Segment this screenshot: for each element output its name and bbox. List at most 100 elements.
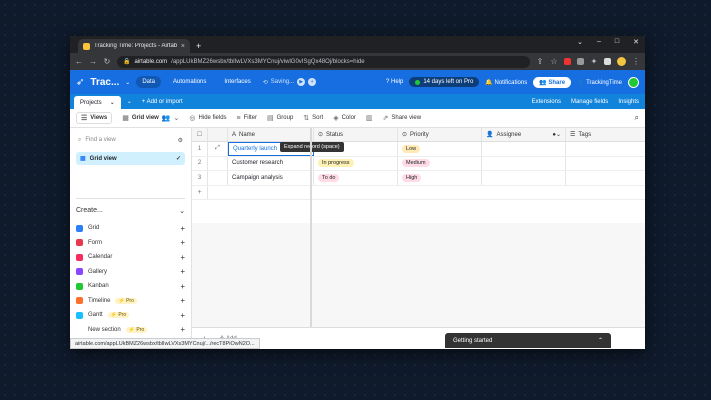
new-tab-button[interactable]: + [196, 41, 201, 51]
sidebar-item-grid-view[interactable]: ▦ Grid view ✓ [76, 152, 185, 165]
expand-record-cell[interactable]: ⤢ [208, 142, 228, 156]
gear-icon[interactable]: ⚙ [178, 137, 183, 144]
url-field[interactable]: 🔒 airtable.com/appLUkBMZ26wsbx/tblIwLVXs… [117, 55, 530, 68]
row-number[interactable]: 2 [192, 156, 208, 170]
column-header-tags[interactable]: ☰ Tags [566, 128, 645, 141]
color-button[interactable]: ◈ Color [333, 114, 356, 122]
column-menu-icon[interactable]: ●⌄ [552, 131, 561, 138]
add-icon[interactable]: + [180, 238, 185, 247]
filter-button[interactable]: ≡ Filter [237, 115, 257, 122]
cell-assignee[interactable] [482, 142, 566, 156]
base-name[interactable]: Trac... [90, 77, 119, 88]
sort-button[interactable]: ⇅ Sort [303, 114, 323, 122]
add-icon[interactable]: + [180, 253, 185, 262]
tab-interfaces[interactable]: Interfaces [218, 76, 256, 88]
row-height-button[interactable]: ▥ [366, 114, 373, 122]
expand-icon[interactable]: ⤢ [215, 145, 220, 152]
create-item-gantt[interactable]: Gantt ⚡ Pro + [76, 308, 185, 323]
cell-priority[interactable]: Low [398, 142, 482, 156]
cell-name[interactable]: Campaign analysis [228, 171, 314, 185]
extensions-button[interactable]: Extensions [532, 99, 561, 105]
create-item-gallery[interactable]: Gallery + [76, 265, 185, 280]
frozen-column-divider[interactable] [310, 128, 312, 349]
find-view-input[interactable]: ⌕ Find a view ⚙ [76, 134, 185, 146]
manage-fields-button[interactable]: Manage fields [571, 99, 608, 105]
column-header-name[interactable]: A Name [228, 128, 314, 141]
add-icon[interactable]: + [180, 296, 185, 305]
column-header-priority[interactable]: ⊙ Priority [398, 128, 482, 141]
tab-data[interactable]: Data [136, 76, 162, 88]
create-item-kanban[interactable]: Kanban + [76, 279, 185, 294]
cell-status[interactable]: To do [314, 171, 398, 185]
play-icon[interactable]: ▶ [297, 78, 306, 86]
table-row[interactable]: 3 Campaign analysis To do High [192, 171, 645, 186]
cell-status[interactable]: In progress [314, 156, 398, 170]
reload-icon[interactable]: ↻ [103, 57, 111, 66]
more-menu-icon[interactable]: ⋮ [632, 57, 640, 66]
browser-tab[interactable]: Tracking Time: Projects - Airtable × [78, 39, 190, 53]
back-icon[interactable]: ← [75, 57, 83, 66]
extension-icon[interactable] [577, 58, 584, 65]
row-number[interactable]: 3 [192, 171, 208, 185]
extension-icon[interactable] [564, 58, 571, 65]
views-button[interactable]: ☰ Views [76, 112, 113, 124]
create-item-grid[interactable]: Grid + [76, 221, 185, 236]
add-icon[interactable]: + [180, 224, 185, 233]
maximize-button[interactable]: □ [615, 38, 619, 46]
create-item-new-section[interactable]: New section ⚡ Pro + [76, 323, 185, 338]
add-icon[interactable]: + [180, 282, 185, 291]
close-window-button[interactable]: ✕ [633, 38, 639, 46]
cell-assignee[interactable] [482, 171, 566, 185]
create-header[interactable]: Create... ⌄ [76, 207, 185, 215]
forward-icon[interactable]: → [89, 57, 97, 66]
help-button[interactable]: ? Help [386, 79, 403, 85]
insights-button[interactable]: Insights [618, 99, 639, 105]
create-item-form[interactable]: Form + [76, 236, 185, 251]
table-row[interactable]: 1 ⤢ Quarterly launch Low [192, 142, 645, 157]
tab-automations[interactable]: Automations [167, 76, 212, 88]
column-header-status[interactable]: ⊙ Status [314, 128, 398, 141]
table-tab-projects[interactable]: Projects ⌄ [74, 96, 121, 109]
add-icon[interactable]: + [180, 325, 185, 334]
minimize-button[interactable]: – [597, 38, 601, 46]
tab-search-button[interactable]: ⌄ [577, 38, 583, 46]
cell-name[interactable]: Customer research [228, 156, 314, 170]
expand-record-cell[interactable] [208, 156, 228, 170]
group-button[interactable]: ▤ Group [267, 114, 293, 122]
column-header-assignee[interactable]: 👤 Assignee ●⌄ [482, 128, 566, 141]
chevron-down-icon[interactable]: ⌄ [110, 99, 115, 106]
bookmark-star-icon[interactable]: ☆ [550, 57, 558, 66]
cell-tags[interactable] [566, 171, 645, 185]
workspace-button[interactable]: 👤 TrackingTime [577, 79, 622, 86]
search-icon[interactable]: ⌕ [635, 113, 639, 123]
share-button[interactable]: 👥 Share [533, 76, 572, 88]
add-import-button[interactable]: + Add or import [142, 99, 183, 105]
cell-tags[interactable] [566, 157, 645, 171]
trial-badge[interactable]: 14 days left on Pro [409, 77, 480, 87]
select-all-checkbox[interactable]: ☐ [192, 128, 208, 141]
getting-started-panel[interactable]: Getting started ⌃ [445, 333, 611, 348]
chevron-up-icon[interactable]: ⌃ [598, 337, 603, 344]
grid-view-button[interactable]: ▦ Grid view 👥 ⌄ [122, 114, 179, 122]
create-item-timeline[interactable]: Timeline ⚡ Pro + [76, 294, 185, 309]
notifications-button[interactable]: 🔔 Notifications [485, 79, 527, 86]
row-number[interactable]: 1 [192, 142, 208, 156]
cell-priority[interactable]: High [398, 171, 482, 185]
add-record-row[interactable]: + [192, 185, 645, 200]
hide-fields-button[interactable]: ◎ Hide fields [189, 114, 226, 122]
sidepanel-icon[interactable] [604, 58, 611, 65]
cell-tags[interactable] [566, 142, 645, 156]
add-icon[interactable]: + [180, 267, 185, 276]
chevron-down-icon[interactable]: ⌄ [127, 98, 132, 105]
chevron-down-icon[interactable]: ⌄ [125, 79, 130, 86]
close-tab-icon[interactable]: × [181, 43, 185, 50]
profile-avatar[interactable] [617, 57, 626, 66]
share-page-icon[interactable]: ⇪ [536, 57, 544, 66]
cell-priority[interactable]: Medium [398, 156, 482, 170]
table-row[interactable]: 2 Customer research In progress Medium [192, 156, 645, 171]
create-item-calendar[interactable]: Calendar + [76, 250, 185, 265]
airtable-logo-icon[interactable]: ➶ [76, 77, 84, 88]
add-record-icon[interactable]: + [192, 185, 208, 199]
add-icon[interactable]: + [308, 78, 317, 86]
add-icon[interactable]: + [180, 311, 185, 320]
